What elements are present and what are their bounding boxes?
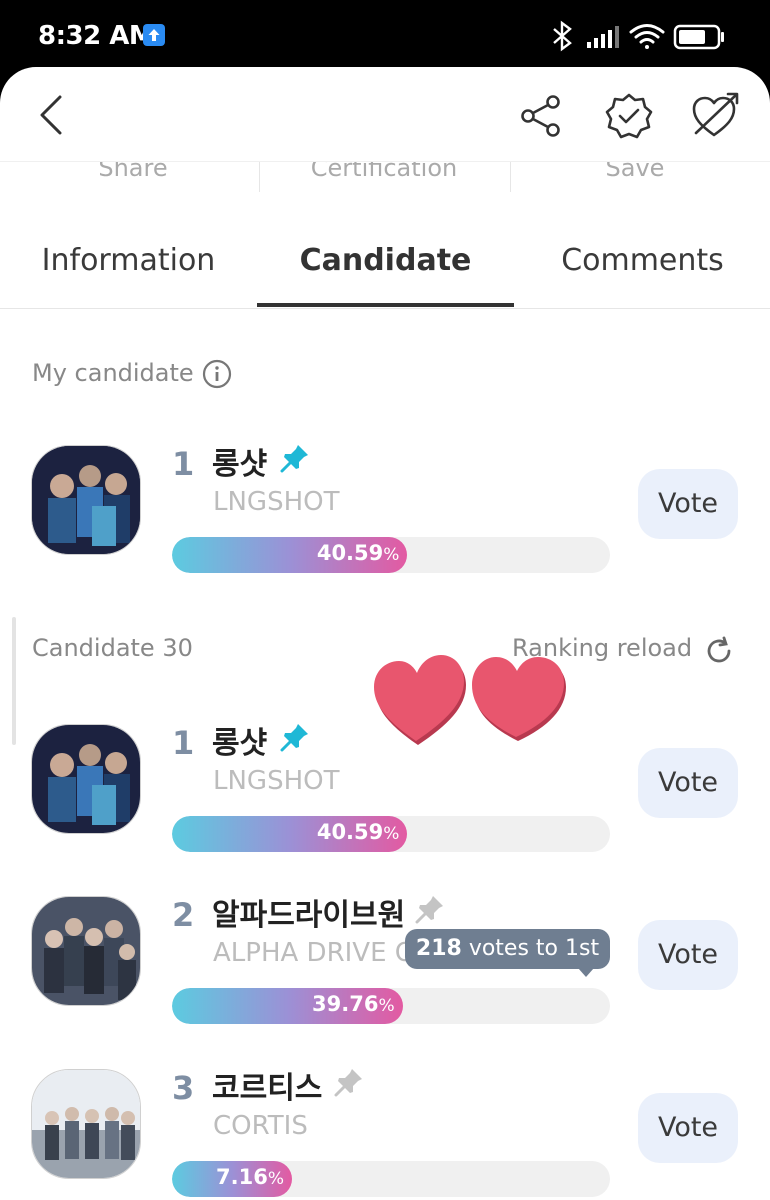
certification-badge-icon[interactable] <box>604 91 654 141</box>
vote-progress-fill: 40.59% <box>172 537 408 573</box>
tab-information[interactable]: Information <box>0 243 257 278</box>
tab-comments[interactable]: Comments <box>514 243 770 278</box>
avatar <box>31 896 141 1006</box>
vote-percent: 40.59% <box>316 541 400 565</box>
candidate-name-en: LNGSHOT <box>213 487 340 517</box>
info-icon[interactable] <box>202 359 232 389</box>
vote-button[interactable]: Vote <box>638 920 738 990</box>
vote-percent: 7.16% <box>216 1165 284 1189</box>
upload-notification-icon <box>143 24 165 46</box>
battery-icon <box>673 24 724 50</box>
action-label-row: Share Certification Save <box>0 161 770 192</box>
vote-button[interactable]: Vote <box>638 1093 738 1163</box>
rank-number: 3 <box>172 1069 195 1107</box>
vote-progress-fill: 39.76% <box>172 988 403 1024</box>
pin-icon[interactable] <box>280 722 310 752</box>
heart-arrow-save-icon[interactable] <box>690 89 742 141</box>
heart-icon <box>472 657 566 741</box>
vote-button[interactable]: Vote <box>638 469 738 539</box>
vote-percent: 39.76% <box>312 992 395 1016</box>
rank-number: 2 <box>172 896 195 934</box>
candidate-name: 롱샷 <box>212 726 268 761</box>
candidate-count-label: Candidate 30 <box>32 634 193 662</box>
reload-icon[interactable] <box>703 635 735 667</box>
active-tab-indicator <box>257 303 514 307</box>
my-candidate-row: 1 롱샷 LNGSHOT 40.59% Vote <box>0 433 770 583</box>
status-icons <box>550 20 730 52</box>
candidate-name: 코르티스 <box>212 1071 323 1106</box>
top-bar <box>0 67 770 161</box>
vote-button[interactable]: Vote <box>638 748 738 818</box>
vote-progress-track: 40.59% <box>172 816 610 852</box>
pin-icon[interactable] <box>415 894 445 924</box>
status-time: 8:32 AM <box>38 21 155 51</box>
save-label[interactable]: Save <box>510 162 760 182</box>
signal-icon <box>587 26 619 48</box>
my-candidate-label: My candidate <box>32 359 194 387</box>
candidate-name: 롱샷 <box>212 447 268 482</box>
bluetooth-icon <box>553 20 572 52</box>
avatar <box>31 445 141 555</box>
candidate-name: 알파드라이브원 <box>212 898 406 933</box>
back-icon[interactable] <box>34 93 70 137</box>
avatar <box>31 1069 141 1179</box>
status-bar: 8:32 AM <box>0 0 770 72</box>
vote-progress-track: 7.16% <box>172 1161 610 1197</box>
candidate-name-en: LNGSHOT <box>213 766 340 796</box>
candidate-name-en: CORTIS <box>213 1111 308 1141</box>
certification-label[interactable]: Certification <box>259 162 509 182</box>
tooltip-arrow <box>578 968 594 977</box>
rank-number: 1 <box>172 724 195 762</box>
tab-candidate[interactable]: Candidate <box>257 243 514 278</box>
vote-progress-fill: 7.16% <box>172 1161 292 1197</box>
heart-icon <box>374 655 466 745</box>
vote-progress-fill: 40.59% <box>172 816 408 852</box>
tab-bar: Information Candidate Comments <box>0 235 770 309</box>
avatar <box>31 724 141 834</box>
pin-icon[interactable] <box>334 1067 364 1097</box>
votes-to-first-tooltip: 218 votes to 1st <box>405 929 610 969</box>
wifi-icon <box>629 24 665 49</box>
rank-number: 1 <box>172 445 195 483</box>
main-sheet: Share Certification Save Information Can… <box>0 67 770 1200</box>
hearts-sticker <box>370 649 580 749</box>
candidate-row: 2 알파드라이브원 ALPHA DRIVE ONE 39.76% Vote <box>0 884 770 1034</box>
share-icon[interactable] <box>518 93 564 139</box>
vote-progress-track: 39.76% <box>172 988 610 1024</box>
candidate-row: 3 코르티스 CORTIS 7.16% Vote <box>0 1057 770 1200</box>
share-label[interactable]: Share <box>8 162 258 182</box>
pin-icon[interactable] <box>280 443 310 473</box>
vote-percent: 40.59% <box>316 820 400 844</box>
vote-progress-track: 40.59% <box>172 537 610 573</box>
